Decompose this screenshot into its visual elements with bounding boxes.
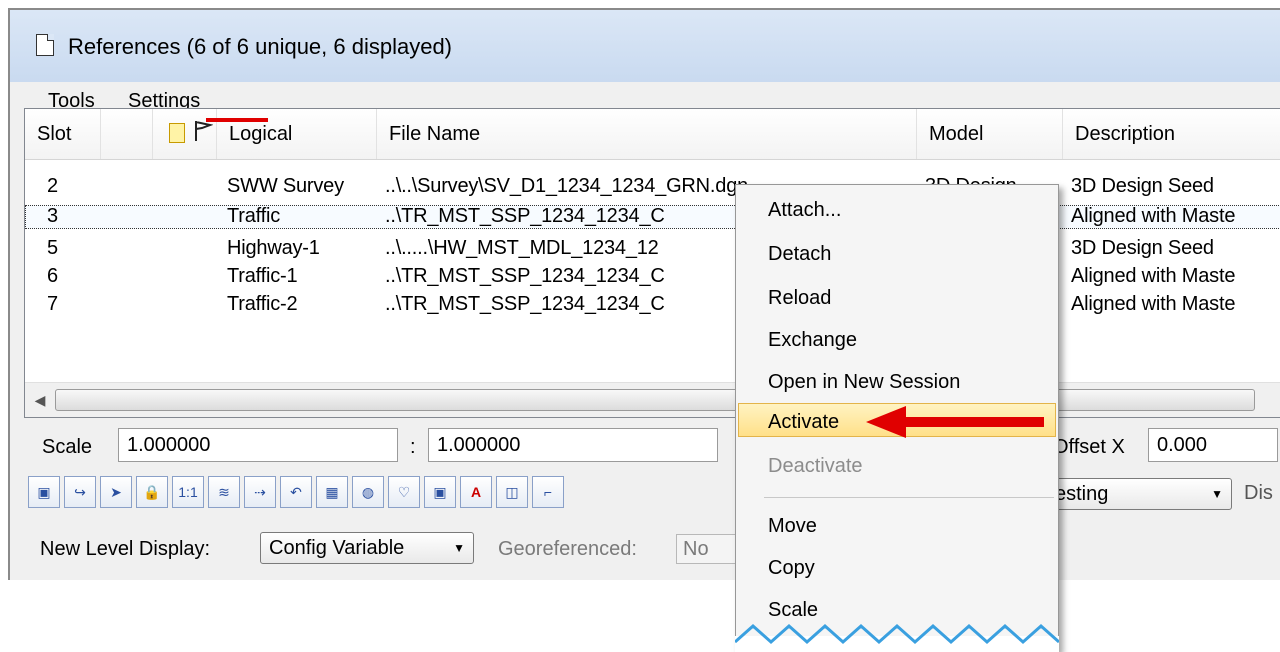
georeferenced-field: No — [676, 534, 736, 564]
column-header-description[interactable]: Description — [1063, 109, 1280, 159]
cell-logical: Highway-1 — [227, 237, 320, 259]
menu-item-deactivate: Deactivate — [768, 455, 863, 477]
cell-slot: 2 — [47, 175, 58, 197]
reference-toolbar: ▣ ↪ ➤ 🔒 1:1 ≋ ⇢ ↶ ▦ ◍ ♡ ▣ A ◫ ⌐ — [28, 476, 828, 512]
chevron-down-icon: ▼ — [1211, 487, 1223, 501]
georeferenced-label: Georeferenced: — [498, 538, 637, 560]
display-label: Dis — [1244, 482, 1273, 504]
cell-logical: Traffic-1 — [227, 265, 298, 287]
cell-description: Aligned with Maste — [1071, 293, 1236, 315]
cell-slot: 7 — [47, 293, 58, 315]
table-row-selected[interactable]: 3 Traffic ..\TR_MST_SSP_1234_1234_C Alig… — [25, 205, 1280, 229]
pointer-icon[interactable]: ➤ — [100, 476, 132, 508]
menu-item-exchange[interactable]: Exchange — [768, 329, 857, 352]
grid-icon[interactable]: ▦ — [316, 476, 348, 508]
table-row[interactable]: 6 Traffic-1 ..\TR_MST_SSP_1234_1234_C Al… — [25, 265, 1280, 289]
table-row[interactable]: 2 SWW Survey ..\..\Survey\SV_D1_1234_123… — [25, 175, 1280, 199]
menu-item-open-in-new-session[interactable]: Open in New Session — [768, 371, 960, 394]
column-header-flag[interactable] — [101, 109, 213, 159]
column-header-slot[interactable]: Slot — [25, 109, 101, 159]
column-header-model[interactable]: Model — [917, 109, 1063, 159]
cell-slot: 5 — [47, 237, 58, 259]
horizontal-scrollbar[interactable]: ◀ — [25, 382, 1280, 417]
torn-edge-decoration — [735, 623, 1059, 652]
scale-label: Scale — [42, 436, 93, 458]
display-icon[interactable]: ◍ — [352, 476, 384, 508]
annotate-icon[interactable]: A — [460, 476, 492, 508]
cell-logical: SWW Survey — [227, 175, 344, 197]
cell-slot: 6 — [47, 265, 58, 287]
bulb-icon[interactable]: ♡ — [388, 476, 420, 508]
title-bar: References (6 of 6 unique, 6 displayed) — [10, 10, 1280, 82]
menu-item-activate[interactable]: Activate — [768, 411, 839, 434]
move-icon[interactable]: ⇢ — [244, 476, 276, 508]
list-header: Slot Logical File Name Model Description — [25, 109, 1280, 160]
cell-file-name: ..\TR_MST_SSP_1234_1234_C — [385, 205, 665, 227]
hook-icon[interactable]: ↪ — [64, 476, 96, 508]
column-header-logical[interactable]: Logical — [217, 109, 377, 159]
scale-1-1-icon[interactable]: 1:1 — [172, 476, 204, 508]
cell-description: 3D Design Seed — [1071, 175, 1214, 197]
rotate-icon[interactable]: ↶ — [280, 476, 312, 508]
cell-file-name: ..\..\Survey\SV_D1_1234_1234_GRN.dgn — [385, 175, 749, 197]
cell-logical: Traffic-2 — [227, 293, 298, 315]
new-level-display-combo[interactable]: Config Variable ▼ — [260, 532, 474, 564]
column-header-file-name[interactable]: File Name — [377, 109, 917, 159]
cell-file-name: ..\TR_MST_SSP_1234_1234_C — [385, 293, 665, 315]
annotation-underline — [206, 118, 268, 122]
offset-x-label: Offset X — [1053, 436, 1125, 458]
offset-x-field[interactable]: 0.000 — [1148, 428, 1278, 462]
dialog-title: References (6 of 6 unique, 6 displayed) — [68, 34, 453, 59]
scroll-left-arrow-icon[interactable]: ◀ — [29, 389, 51, 411]
cell-logical: Traffic — [227, 205, 281, 227]
cell-description: Aligned with Maste — [1071, 205, 1236, 227]
red-arrow-icon — [866, 406, 1044, 438]
cell-description: 3D Design Seed — [1071, 237, 1214, 259]
scroll-thumb[interactable] — [55, 389, 1255, 411]
chevron-down-icon: ▼ — [453, 541, 465, 555]
menu-item-copy[interactable]: Copy — [768, 557, 815, 580]
menu-item-attach[interactable]: Attach... — [768, 199, 841, 222]
file-icon — [169, 123, 185, 143]
clip-icon[interactable]: ◫ — [496, 476, 528, 508]
column-header-file[interactable] — [153, 109, 217, 159]
nesting-combo[interactable]: esting ▼ — [1046, 478, 1232, 510]
level-icon[interactable]: ≋ — [208, 476, 240, 508]
new-level-display-label: New Level Display: — [40, 538, 211, 560]
menu-item-reload[interactable]: Reload — [768, 287, 831, 310]
menu-separator — [764, 497, 1054, 498]
scale-value-1-field[interactable]: 1.000000 — [118, 428, 398, 462]
menu-item-scale[interactable]: Scale — [768, 599, 818, 622]
document-icon — [36, 34, 54, 56]
attach-icon[interactable]: ▣ — [28, 476, 60, 508]
references-list[interactable]: Slot Logical File Name Model Description… — [24, 108, 1280, 418]
mask-icon[interactable]: ⌐ — [532, 476, 564, 508]
table-row[interactable]: 7 Traffic-2 ..\TR_MST_SSP_1234_1234_C Al… — [25, 293, 1280, 317]
cell-description: Aligned with Maste — [1071, 265, 1236, 287]
cell-slot: 3 — [47, 205, 58, 227]
scale-separator: : — [410, 436, 416, 458]
cell-file-name: ..\.....\HW_MST_MDL_1234_12 — [385, 237, 659, 259]
table-row[interactable]: 5 Highway-1 ..\.....\HW_MST_MDL_1234_12 … — [25, 237, 1280, 261]
scale-value-2-field[interactable]: 1.000000 — [428, 428, 718, 462]
snap-icon[interactable]: ▣ — [424, 476, 456, 508]
menu-item-detach[interactable]: Detach — [768, 243, 831, 266]
cell-file-name: ..\TR_MST_SSP_1234_1234_C — [385, 265, 665, 287]
lock-icon[interactable]: 🔒 — [136, 476, 168, 508]
menu-item-move[interactable]: Move — [768, 515, 817, 538]
